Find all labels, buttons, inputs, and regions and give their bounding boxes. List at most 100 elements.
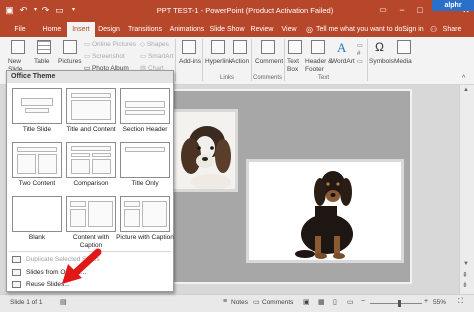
tab-file[interactable]: File bbox=[9, 22, 31, 37]
ribbon-display-icon[interactable]: ▭ bbox=[377, 3, 389, 17]
ribbon-separator bbox=[175, 39, 176, 81]
online-pictures-label: Online Pictures bbox=[91, 41, 137, 48]
layout-picture-with-caption[interactable] bbox=[120, 196, 170, 232]
tab-transitions[interactable]: Transitions bbox=[126, 22, 164, 37]
slide-sorter-icon[interactable]: ▦ bbox=[318, 298, 325, 306]
layout-two-content-label: Two Content bbox=[18, 180, 56, 187]
zoom-level[interactable]: 55% bbox=[433, 299, 446, 306]
present-icon[interactable]: ▭ bbox=[54, 5, 65, 16]
hyperlink-label: Hyperlink bbox=[205, 58, 233, 65]
symbols-label: Symbols bbox=[369, 58, 394, 65]
header-footer-button[interactable]: Header & Footer bbox=[305, 40, 332, 80]
minimize-button[interactable]: − bbox=[396, 3, 408, 17]
share-icon: ⚇ bbox=[430, 25, 438, 34]
tab-animations[interactable]: Animations bbox=[168, 22, 206, 37]
zoom-slider[interactable] bbox=[370, 303, 422, 304]
action-button[interactable]: Action bbox=[231, 40, 249, 80]
media-icon bbox=[397, 40, 411, 54]
tab-insert[interactable]: Insert bbox=[67, 22, 95, 37]
media-button[interactable]: Media bbox=[394, 40, 414, 80]
comment-label: Comment bbox=[255, 58, 284, 65]
ribbon-separator bbox=[202, 39, 203, 81]
tab-review[interactable]: Review bbox=[249, 22, 275, 37]
beagle-puppy-image bbox=[171, 112, 235, 190]
layout-blank[interactable] bbox=[12, 196, 62, 232]
wordart-button[interactable]: A WordArt bbox=[331, 40, 357, 80]
tell-me-box[interactable]: Tell me what you want to do... bbox=[316, 22, 408, 37]
table-icon bbox=[37, 40, 51, 54]
prev-slide-icon[interactable]: ⇞ bbox=[462, 271, 468, 279]
layout-title-and-content[interactable] bbox=[66, 88, 116, 124]
tab-design[interactable]: Design bbox=[96, 22, 122, 37]
scroll-down-icon[interactable]: ▼ bbox=[463, 261, 469, 267]
text-box-icon bbox=[288, 40, 302, 54]
addins-icon bbox=[182, 40, 196, 54]
layout-two-content[interactable] bbox=[12, 142, 62, 178]
tab-slide-show[interactable]: Slide Show bbox=[209, 22, 245, 37]
shapes-label: Shapes bbox=[146, 41, 169, 48]
gallery-header: Office Theme bbox=[7, 71, 173, 83]
notes-icon[interactable]: ≡ bbox=[223, 298, 227, 305]
ribbon-separator bbox=[284, 39, 285, 81]
outline-icon bbox=[12, 269, 21, 276]
reuse-slides-icon bbox=[12, 281, 21, 288]
maximize-button[interactable]: □ bbox=[414, 3, 426, 17]
zoom-in-icon[interactable]: + bbox=[424, 298, 428, 305]
action-icon bbox=[233, 40, 247, 54]
zoom-slider-thumb[interactable] bbox=[398, 300, 401, 307]
layout-title-only[interactable] bbox=[120, 142, 170, 178]
online-pictures-button[interactable]: ▭ Online Pictures bbox=[84, 40, 136, 48]
small-text-icons[interactable]: ▭ # ▭ bbox=[357, 42, 365, 68]
text-box-button[interactable]: Text Box bbox=[287, 40, 303, 80]
zoom-out-icon[interactable]: − bbox=[361, 298, 365, 305]
smartart-label: SmartArt bbox=[147, 53, 174, 60]
symbols-button[interactable]: Ω Symbols bbox=[369, 40, 394, 80]
next-slide-icon[interactable]: ⇟ bbox=[462, 281, 468, 289]
tab-view[interactable]: View bbox=[279, 22, 299, 37]
comments-button[interactable]: Comments bbox=[262, 299, 293, 306]
puppy-photo-2[interactable] bbox=[246, 159, 404, 263]
layout-content-with-caption[interactable] bbox=[66, 196, 116, 232]
fit-slide-icon[interactable]: ⛶ bbox=[458, 298, 463, 306]
screenshot-button[interactable]: ▭ Screenshot bbox=[84, 52, 125, 60]
action-label: Action bbox=[231, 58, 250, 65]
hyperlink-button[interactable]: Hyperlink bbox=[205, 40, 233, 80]
comments-group-label: Comments bbox=[253, 75, 283, 81]
layout-title-and-content-label: Title and Content bbox=[66, 126, 116, 133]
comment-button[interactable]: Comment bbox=[254, 40, 284, 80]
sign-in-link[interactable]: Sign in bbox=[402, 22, 424, 37]
shapes-button[interactable]: ◇ Shapes bbox=[140, 40, 169, 48]
addins-label: Add-ins bbox=[179, 58, 202, 65]
layout-comparison[interactable] bbox=[66, 142, 116, 178]
save-icon[interactable]: ▣ bbox=[4, 5, 15, 16]
layout-section-header[interactable] bbox=[120, 88, 170, 124]
media-label: Media bbox=[394, 58, 412, 65]
slideshow-view-icon[interactable]: ▭ bbox=[347, 298, 354, 306]
undo-icon[interactable]: ↶ bbox=[18, 5, 29, 16]
layout-picture-with-caption-label: Picture with Caption bbox=[116, 234, 174, 241]
reading-view-icon[interactable]: ▯ bbox=[333, 298, 337, 306]
layout-title-slide[interactable] bbox=[12, 88, 62, 124]
normal-view-icon[interactable]: ▣ bbox=[303, 298, 310, 306]
redo-icon[interactable]: ↷ bbox=[40, 5, 51, 16]
omega-icon: Ω bbox=[375, 40, 384, 54]
wordart-label: WordArt bbox=[331, 58, 355, 65]
scroll-up-icon[interactable]: ▲ bbox=[463, 87, 469, 93]
notes-button[interactable]: Notes bbox=[231, 299, 248, 306]
customize-icon[interactable]: ▾ bbox=[68, 5, 79, 16]
layout-blank-label: Blank bbox=[28, 234, 46, 241]
puppy-photo-1[interactable] bbox=[168, 109, 238, 192]
share-button[interactable]: Share bbox=[440, 22, 464, 37]
slide-counter: Slide 1 of 1 bbox=[10, 299, 43, 306]
tab-home[interactable]: Home bbox=[39, 22, 65, 37]
vertical-scrollbar[interactable]: ▲ ▼ ⇞ ⇟ bbox=[459, 85, 474, 294]
wordart-icon: A bbox=[337, 40, 347, 55]
status-bar: Slide 1 of 1 ▤ ≡ Notes ▭ Comments ▣ ▦ ▯ … bbox=[0, 294, 474, 312]
spellcheck-icon[interactable]: ▤ bbox=[60, 298, 67, 306]
collapse-ribbon-icon[interactable]: ^ bbox=[462, 75, 465, 82]
addins-button[interactable]: Add-ins bbox=[178, 40, 202, 80]
smartart-button[interactable]: ▭ SmartArt bbox=[140, 52, 174, 60]
comments-icon[interactable]: ▭ bbox=[253, 298, 260, 306]
layout-comparison-label: Comparison bbox=[73, 180, 109, 187]
hyperlink-icon bbox=[211, 40, 225, 54]
